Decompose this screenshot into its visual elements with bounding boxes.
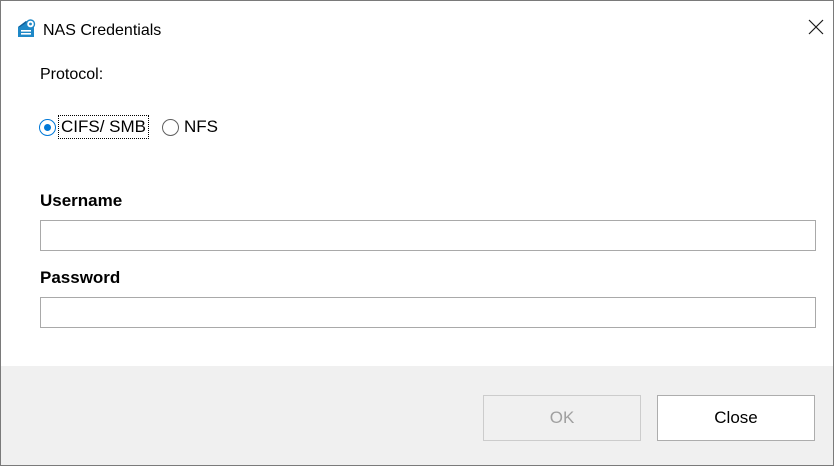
nas-credentials-dialog: NAS Credentials Protocol: CIFS/ SMB NFS … [0,0,834,466]
radio-cifs-smb-label: CIFS/ SMB [57,115,150,139]
title-bar: NAS Credentials [1,1,833,51]
protocol-label: Protocol: [40,66,104,83]
username-label: Username [40,191,123,210]
button-footer: OK Close [1,366,833,465]
username-field[interactable] [40,220,816,251]
ok-button[interactable]: OK [483,395,641,441]
password-field[interactable] [40,297,816,328]
radio-selected-indicator[interactable] [39,118,56,136]
close-button[interactable]: Close [657,395,815,441]
password-label: Password [40,268,121,287]
nas-cloud-icon [15,19,37,39]
radio-unselected-indicator[interactable] [162,118,180,136]
radio-nfs-label: NFS [184,117,219,136]
radio-nfs[interactable]: NFS [162,116,220,138]
radio-cifs-smb[interactable]: CIFS/ SMB [39,115,150,139]
close-icon[interactable] [803,14,829,40]
window-title: NAS Credentials [43,22,162,39]
protocol-radio-group: CIFS/ SMB NFS [39,114,234,140]
